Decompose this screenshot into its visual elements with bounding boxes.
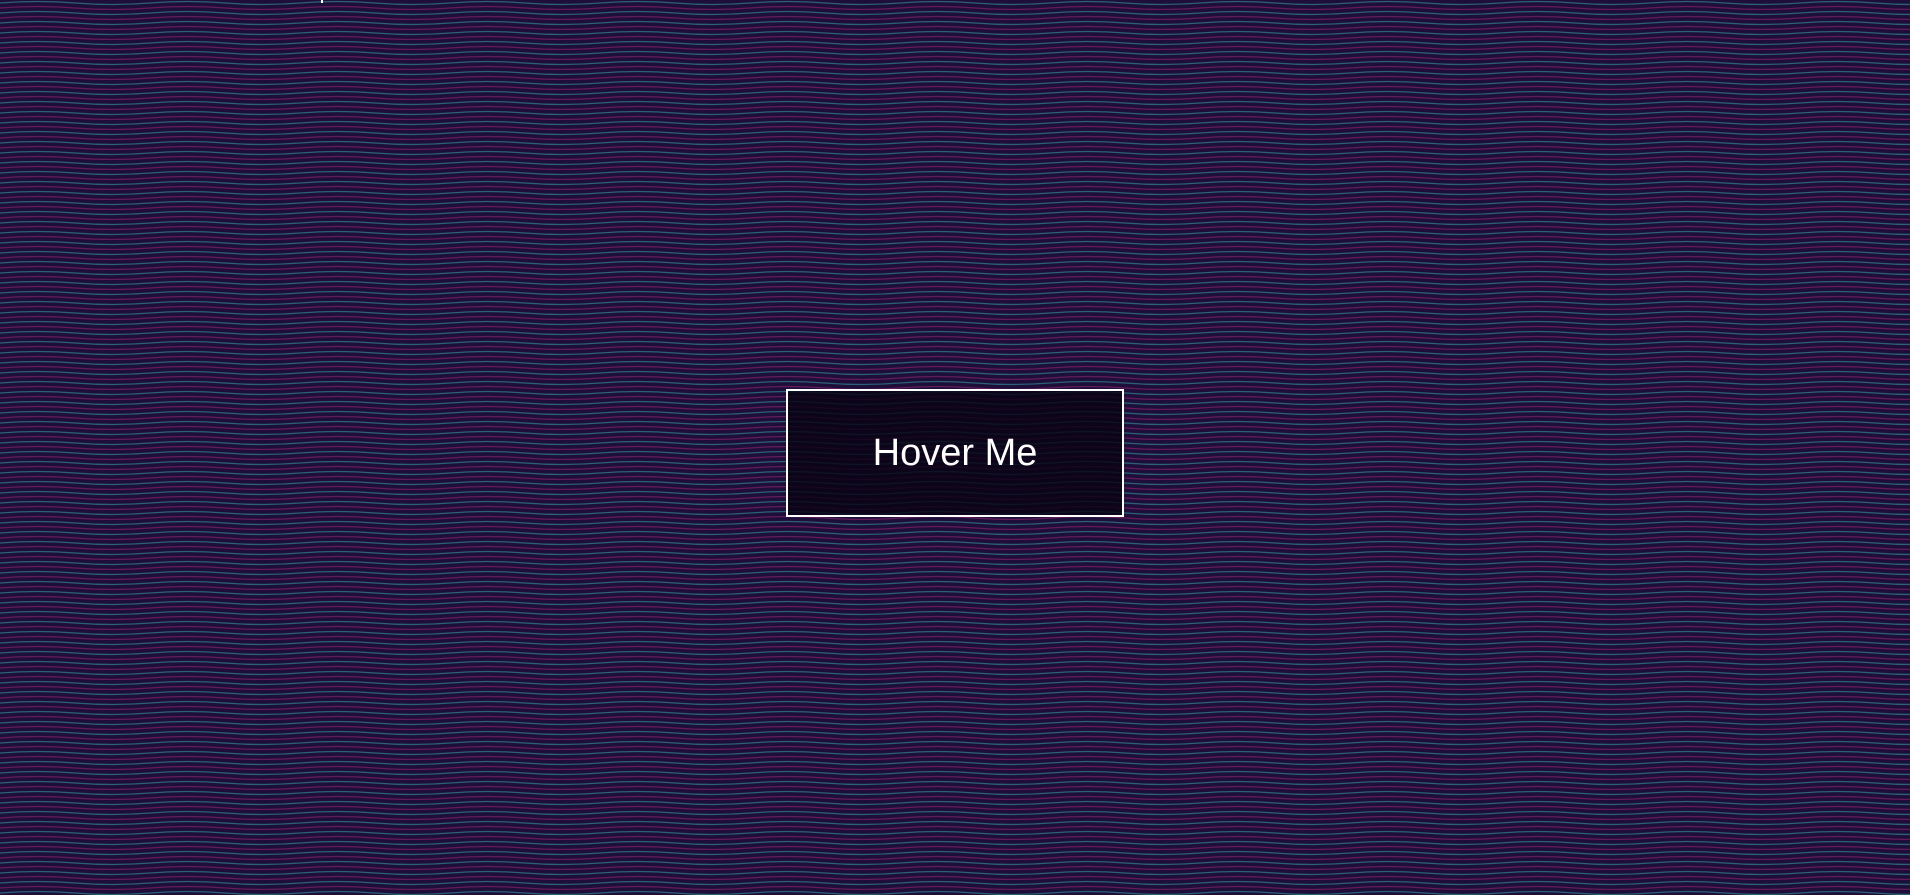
text-cursor-mark xyxy=(321,0,323,3)
hover-me-button[interactable]: Hover Me xyxy=(786,389,1124,517)
hover-me-button-label: Hover Me xyxy=(872,432,1038,474)
